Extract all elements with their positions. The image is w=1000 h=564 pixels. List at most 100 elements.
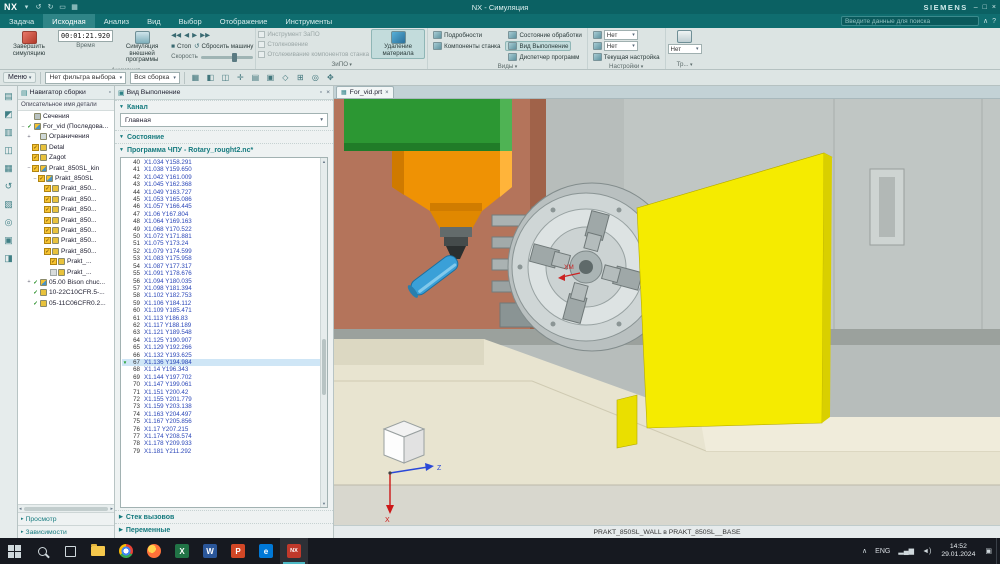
firefox-icon[interactable] <box>140 538 168 564</box>
wireframe-icon[interactable]: ▤ <box>249 73 262 82</box>
speed-slider-thumb[interactable] <box>232 52 238 62</box>
history-icon[interactable]: ↺ <box>5 181 13 192</box>
window-icon[interactable]: ▭ <box>58 3 68 11</box>
program-manager-button[interactable]: Диспетчер программ <box>505 52 582 62</box>
ribbon-tab[interactable]: Инструменты <box>276 14 341 28</box>
network-icon[interactable]: ▂▄▆ <box>894 547 918 555</box>
tree-checkbox[interactable]: ✓ <box>44 237 51 245</box>
help-icon[interactable]: ? <box>992 18 996 25</box>
command-search-input[interactable] <box>840 16 979 26</box>
speed-slider[interactable] <box>200 52 253 62</box>
machine-column-green[interactable] <box>344 99 512 151</box>
gcode-line[interactable]: 70 X1.147 Y199.061 <box>122 381 320 388</box>
minimize-ribbon-icon[interactable]: ∧ <box>983 17 988 25</box>
tree-item[interactable]: ✓ Prakt_850... <box>18 246 114 256</box>
volume-icon[interactable]: ◄) <box>918 548 935 555</box>
tree-checkbox[interactable]: ✓ <box>32 154 39 162</box>
gcode-line[interactable]: 79 X1.181 Y211.292 <box>122 448 320 455</box>
reset-machine-button[interactable]: ↺ Сбросить машину <box>194 42 253 51</box>
ribbon-tab[interactable]: Вид <box>138 14 170 28</box>
constraint-navigator-icon[interactable]: ◩ <box>4 109 13 120</box>
menu-button[interactable]: Меню <box>3 72 37 83</box>
gcode-line[interactable]: 76 X1.17 Y207.215 <box>122 426 320 433</box>
ribbon-tab[interactable]: Выбор <box>170 14 211 28</box>
tree-item[interactable]: + ✓ 05.00 Bison chuc... <box>18 277 114 287</box>
nc-program-section[interactable]: ▼ Программа ЧПУ - Rotary_rought2.nc* <box>115 143 333 156</box>
checker-icon[interactable]: ▦ <box>70 3 80 11</box>
channel-select[interactable]: Главная <box>120 113 328 127</box>
gcode-line[interactable]: 61 X1.113 Y186.83 <box>122 315 320 322</box>
shaded-view-icon[interactable]: ▣ <box>264 73 277 82</box>
selection-filter-dropdown[interactable]: Нет фильтра выбора <box>45 71 127 84</box>
tree-item[interactable]: ✓ Prakt_850... <box>18 205 114 215</box>
gcode-line[interactable]: 55 X1.091 Y178.676 <box>122 270 320 277</box>
execution-view-button[interactable]: Вид Выполнение <box>505 41 572 51</box>
gcode-line[interactable]: 47 X1.06 Y167.804 <box>122 211 320 218</box>
gcode-line[interactable]: 71 X1.151 Y200.42 <box>122 389 320 396</box>
gcode-line[interactable]: 52 X1.079 Y174.599 <box>122 248 320 255</box>
snap-point-icon[interactable]: ✛ <box>234 73 247 82</box>
orient-view-icon[interactable]: ◇ <box>279 73 292 82</box>
play-button[interactable]: ▶ <box>192 31 197 39</box>
search-icon[interactable] <box>28 538 56 564</box>
part-navigator-icon[interactable]: ▥ <box>4 127 13 138</box>
machining-state-button[interactable]: Состояние обработки <box>505 30 584 40</box>
gcode-line[interactable]: 63 X1.121 Y189.548 <box>122 329 320 336</box>
tree-item[interactable]: Prakt_... <box>18 267 114 277</box>
tree-checkbox[interactable]: ✓ <box>32 164 39 172</box>
tray-chevron-icon[interactable]: ∧ <box>858 547 871 555</box>
gcode-line[interactable]: 56 X1.094 Y180.035 <box>122 278 320 285</box>
ribbon-tab[interactable]: Задача <box>0 14 43 28</box>
tree-item[interactable]: ✓ Prakt_850... <box>18 236 114 246</box>
gcode-line[interactable]: 43 X1.045 Y162.368 <box>122 181 320 188</box>
horizontal-scrollbar[interactable]: ◂ ▸ <box>18 504 114 512</box>
reuse-library-icon[interactable]: ◫ <box>4 145 13 156</box>
tree-checkbox[interactable]: ✓ <box>44 247 51 255</box>
step-forward-button[interactable]: ▶▶ <box>200 31 210 39</box>
action-center-icon[interactable]: ▣ <box>981 547 996 555</box>
tree-item[interactable]: ✓ Prakt_... <box>18 256 114 266</box>
gcode-line[interactable]: 68 X1.14 Y196.343 <box>122 366 320 373</box>
gcode-line[interactable]: 46 X1.057 Y166.445 <box>122 203 320 210</box>
current-setup-button[interactable]: Текущая настройка <box>590 52 663 62</box>
tree-checkbox[interactable]: ✓ <box>26 123 33 130</box>
channel-section[interactable]: ▼ Канал <box>115 100 333 113</box>
gcode-line[interactable]: 74 X1.163 Y204.497 <box>122 411 320 418</box>
machine-components-button[interactable]: Компоненты станка <box>430 41 503 51</box>
tree-checkbox[interactable]: ✓ <box>32 300 39 307</box>
gcode-line[interactable]: 58 X1.102 Y182.753 <box>122 292 320 299</box>
view-manager-icon[interactable]: ▦ <box>4 163 13 174</box>
gcode-line[interactable]: 53 X1.083 Y175.958 <box>122 255 320 262</box>
gcode-line[interactable]: 45 X1.053 Y165.086 <box>122 196 320 203</box>
minimize-window-icon[interactable]: – <box>974 4 978 11</box>
group-label-zipo[interactable]: ЗиПО <box>258 60 425 69</box>
selection-scope-dropdown[interactable]: Вся сборка <box>130 71 180 84</box>
gcode-line[interactable]: 59 X1.106 Y184.112 <box>122 300 320 307</box>
tree-item[interactable]: + Ограничения <box>18 132 114 142</box>
task-view-icon[interactable] <box>56 538 84 564</box>
close-window-icon[interactable]: × <box>992 4 996 11</box>
tree-checkbox[interactable] <box>50 268 57 276</box>
call-stack-section[interactable]: ▶ Стек вызовов <box>115 510 333 523</box>
finish-simulation-button[interactable]: Завершить симуляцию <box>2 29 56 59</box>
fit-view-icon[interactable]: ⊞ <box>294 73 307 82</box>
material-removal-button[interactable]: Удаление материала <box>371 29 426 60</box>
tree-item[interactable]: ✓ Prakt_850... <box>18 184 114 194</box>
gcode-line[interactable]: 44 X1.049 Y163.727 <box>122 189 320 196</box>
gcode-line[interactable]: 40 X1.034 Y158.291 <box>122 159 320 166</box>
external-program-simulation-button[interactable]: Симуляция внешней программы <box>115 29 169 66</box>
dependencies-section[interactable]: Зависимости <box>18 525 114 538</box>
gcode-line[interactable]: 73 X1.159 Y203.138 <box>122 403 320 410</box>
redo-icon[interactable]: ↻ <box>46 3 56 11</box>
web-browser-icon[interactable]: ◎ <box>5 217 13 228</box>
truncated-group-icon[interactable] <box>677 30 693 43</box>
word-icon[interactable]: W <box>196 538 224 564</box>
file-explorer-icon[interactable] <box>84 538 112 564</box>
gcode-line[interactable]: 60 X1.109 Y185.471 <box>122 307 320 314</box>
tree-checkbox[interactable]: ✓ <box>44 216 51 224</box>
maximize-window-icon[interactable]: □ <box>983 4 987 11</box>
group-label-settings[interactable]: Настройки <box>590 62 663 69</box>
gcode-line[interactable]: 78 X1.178 Y209.933 <box>122 440 320 447</box>
tree-item[interactable]: ✓ Prakt_850... <box>18 215 114 225</box>
vertical-scrollbar[interactable]: ▲ ▼ <box>320 158 327 507</box>
